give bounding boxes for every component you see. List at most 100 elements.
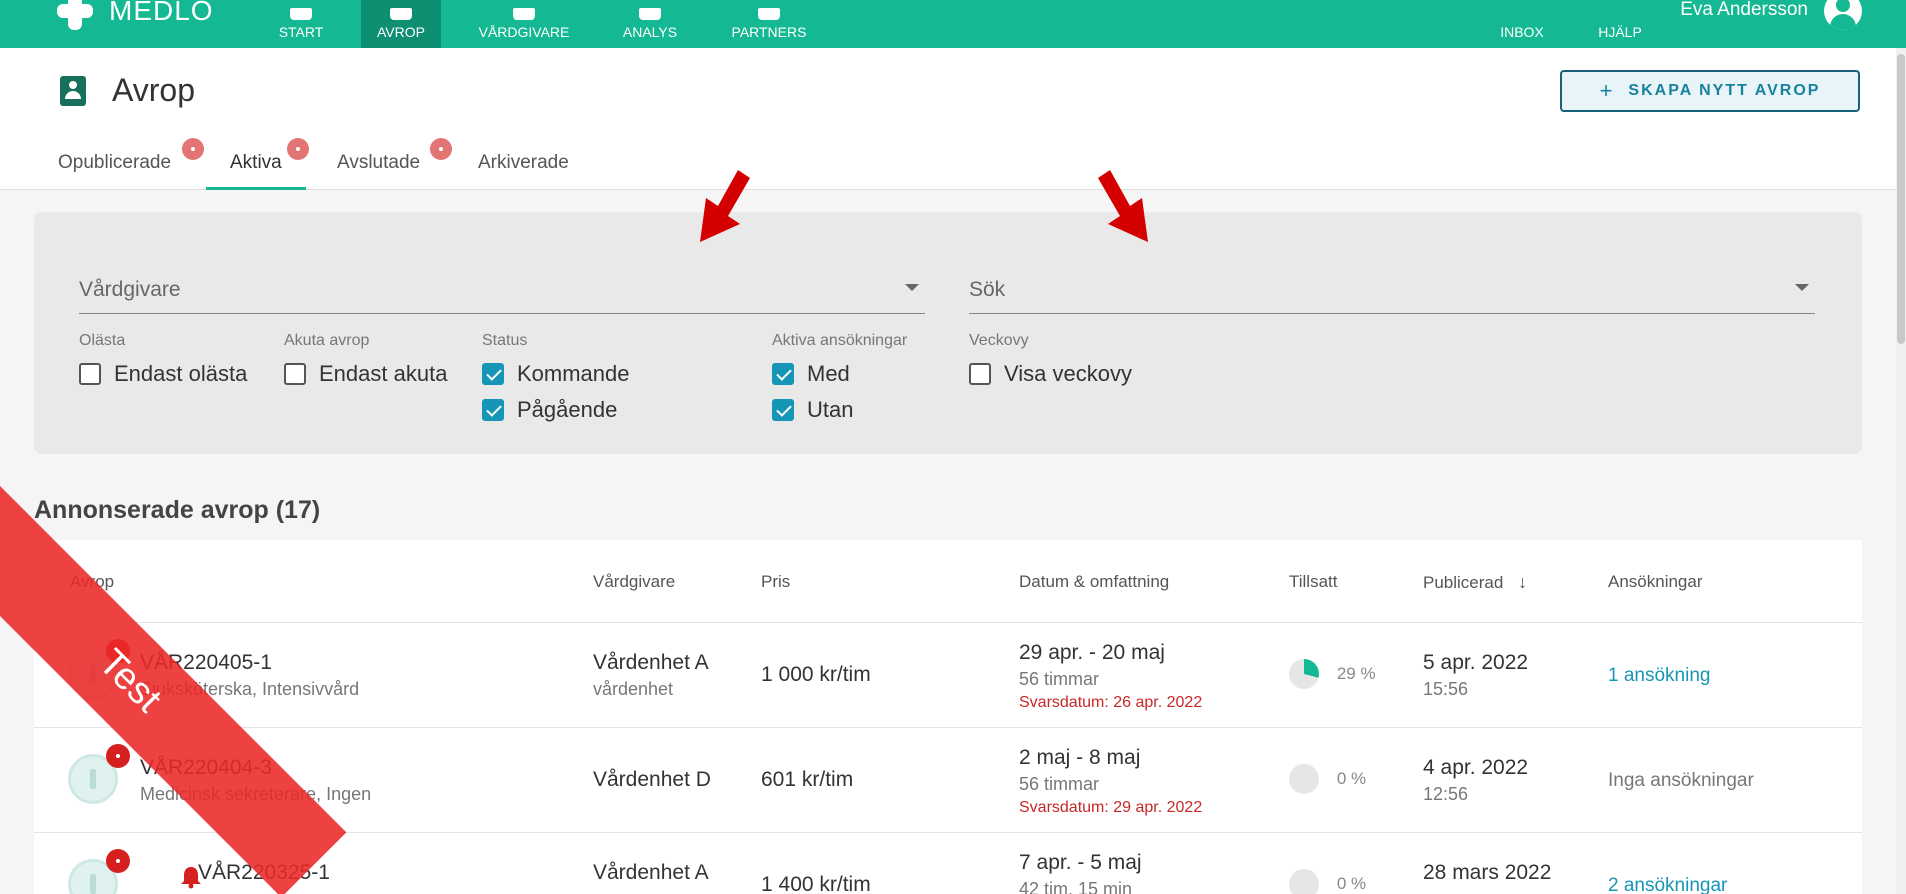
checkbox-label: Med <box>807 361 850 386</box>
medlo-logo[interactable]: MEDLO <box>55 0 214 30</box>
price-cell: 601 kr/tim <box>761 768 854 791</box>
vardgivare-select-placeholder: Vårdgivare <box>79 278 181 301</box>
table-row[interactable]: VÅR220325-1 Vårdenhet A 1 400 kr/tim 7 a… <box>34 832 1862 894</box>
nav-analys[interactable]: ANALYS <box>612 0 688 48</box>
deadline: Svarsdatum: 26 apr. 2022 <box>1019 694 1203 711</box>
unread-badge <box>182 138 204 160</box>
checkbox-box <box>772 363 794 385</box>
column-header-pris[interactable]: Pris <box>761 572 790 592</box>
unread-dot <box>106 744 130 768</box>
column-header-vardgivare[interactable]: Vårdgivare <box>593 572 675 592</box>
nav-vardgivare[interactable]: VÅRDGIVARE <box>472 0 576 48</box>
user-name[interactable]: Eva Andersson <box>1680 0 1808 20</box>
avrop-role: Sjuksköterska, Intensivvård <box>140 679 360 699</box>
scope: 56 timmar <box>1019 669 1100 689</box>
nav-partners-label: PARTNERS <box>731 24 807 40</box>
nav-hjalp[interactable]: HJÄLP <box>1590 0 1650 48</box>
column-header-datum[interactable]: Datum & omfattning <box>1019 572 1169 592</box>
tab-opublicerade-label: Opublicerade <box>58 152 172 173</box>
plus-icon: + <box>1599 78 1615 103</box>
progress-pie-icon <box>1289 764 1319 794</box>
progress-pie-icon <box>1289 869 1319 894</box>
user-avatar-icon[interactable] <box>1824 0 1862 30</box>
checkbox-endast-olasta[interactable]: Endast olästa <box>79 360 247 388</box>
date-range: 29 apr. - 20 maj <box>1019 641 1165 664</box>
tab-arkiverade-label: Arkiverade <box>478 152 569 173</box>
nav-inbox[interactable]: INBOX <box>1494 0 1550 48</box>
sort-arrow-down-icon: ↓ <box>1518 572 1528 592</box>
filled-cell: 29 % <box>1289 659 1376 689</box>
page-header: Avrop + SKAPA NYTT AVROP Opublicerade Ak… <box>0 48 1896 190</box>
checkbox-box <box>482 399 504 421</box>
checkbox-med[interactable]: Med <box>772 360 850 388</box>
checkbox-pagaende[interactable]: Pågående <box>482 396 617 424</box>
vardgivare-icon <box>513 8 535 20</box>
unread-dot <box>106 849 130 873</box>
clipboard-user-icon <box>60 76 86 106</box>
medlo-cross-icon <box>55 0 95 30</box>
provider-name: Vårdenhet A <box>593 861 709 884</box>
list-title: Annonserade avrop (17) <box>34 496 321 524</box>
nav-vardgivare-label: VÅRDGIVARE <box>478 24 570 40</box>
dropdown-caret-icon <box>1795 284 1809 291</box>
tab-aktiva-label: Aktiva <box>230 152 282 173</box>
filter-label-akuta: Akuta avrop <box>284 332 370 349</box>
create-avrop-button[interactable]: + SKAPA NYTT AVROP <box>1560 70 1860 112</box>
sok-select[interactable]: Sök <box>969 264 1815 314</box>
tab-avslutade-label: Avslutade <box>337 152 421 173</box>
table-row[interactable]: VÅR220404-3 Medicinsk sekreterare, Ingen… <box>34 727 1862 832</box>
filled-cell: 0 % <box>1289 869 1366 894</box>
price-cell: 1 000 kr/tim <box>761 663 871 686</box>
tab-avslutade[interactable]: Avslutade <box>337 138 452 190</box>
column-header-tillsatt[interactable]: Tillsatt <box>1289 572 1338 592</box>
scrollbar-thumb[interactable] <box>1897 54 1905 344</box>
published-time: 15:56 <box>1423 679 1469 699</box>
provider-name: Vårdenhet A <box>593 651 709 674</box>
avrop-icon <box>390 8 412 20</box>
checkbox-label: Utan <box>807 397 854 422</box>
published-date: 28 mars 2022 <box>1423 861 1552 884</box>
checkbox-label: Visa veckovy <box>1004 361 1132 386</box>
column-header-publicerad[interactable]: Publicerad ↓ <box>1423 572 1527 593</box>
avrop-id: VÅR220404-3 <box>140 756 272 779</box>
vardgivare-select[interactable]: Vårdgivare <box>79 264 925 314</box>
price-cell: 1 400 kr/tim <box>761 873 871 894</box>
create-avrop-label: SKAPA NYTT AVROP <box>1628 82 1821 99</box>
column-header-ansokningar[interactable]: Ansökningar <box>1608 572 1703 592</box>
applications-link[interactable]: 2 ansökningar <box>1608 875 1727 894</box>
tab-opublicerade[interactable]: Opublicerade <box>58 138 204 190</box>
nav-start[interactable]: START <box>264 0 338 48</box>
provider-name: Vårdenhet D <box>593 768 711 791</box>
filled-percent: 29 % <box>1336 664 1376 683</box>
table-row[interactable]: VÅR220405-1 Sjuksköterska, Intensivvård … <box>34 622 1862 727</box>
nav-start-label: START <box>278 24 324 40</box>
published-cell: 5 apr. 2022 15:56 <box>1423 651 1528 700</box>
provider-cell: Vårdenhet D <box>593 768 711 792</box>
checkbox-box <box>772 399 794 421</box>
top-navigation-bar: MEDLO START AVROP VÅRDGIVARE ANALYS PART… <box>0 0 1906 48</box>
tab-arkiverade[interactable]: Arkiverade <box>478 152 569 190</box>
column-header-avrop[interactable]: Avrop <box>70 572 114 592</box>
nav-avrop[interactable]: AVROP <box>361 0 441 48</box>
checkbox-endast-akuta[interactable]: Endast akuta <box>284 360 447 388</box>
applications-link[interactable]: 1 ansökning <box>1608 665 1710 687</box>
deadline: Svarsdatum: 29 apr. 2022 <box>1019 799 1203 816</box>
analys-icon <box>639 8 661 20</box>
avrop-id: VÅR220405-1 <box>140 651 272 674</box>
checkbox-box <box>284 363 306 385</box>
nav-avrop-label: AVROP <box>377 24 425 40</box>
tab-aktiva[interactable]: Aktiva <box>206 138 309 190</box>
column-header-publicerad-label: Publicerad <box>1423 573 1504 592</box>
filled-percent: 0 % <box>1336 769 1367 788</box>
checkbox-visa-veckovy[interactable]: Visa veckovy <box>969 360 1132 388</box>
published-date: 4 apr. 2022 <box>1423 756 1529 779</box>
progress-pie-icon <box>1289 659 1319 689</box>
avrop-id: VÅR220325-1 <box>198 861 330 884</box>
sok-select-placeholder: Sök <box>969 278 1006 301</box>
checkbox-kommande[interactable]: Kommande <box>482 360 630 388</box>
page-scrollbar[interactable] <box>1896 48 1906 894</box>
checkbox-label: Endast olästa <box>114 361 248 386</box>
checkbox-utan[interactable]: Utan <box>772 396 853 424</box>
avrop-cell: VÅR220405-1 Sjuksköterska, Intensivvård <box>140 651 359 700</box>
nav-partners[interactable]: PARTNERS <box>724 0 814 48</box>
